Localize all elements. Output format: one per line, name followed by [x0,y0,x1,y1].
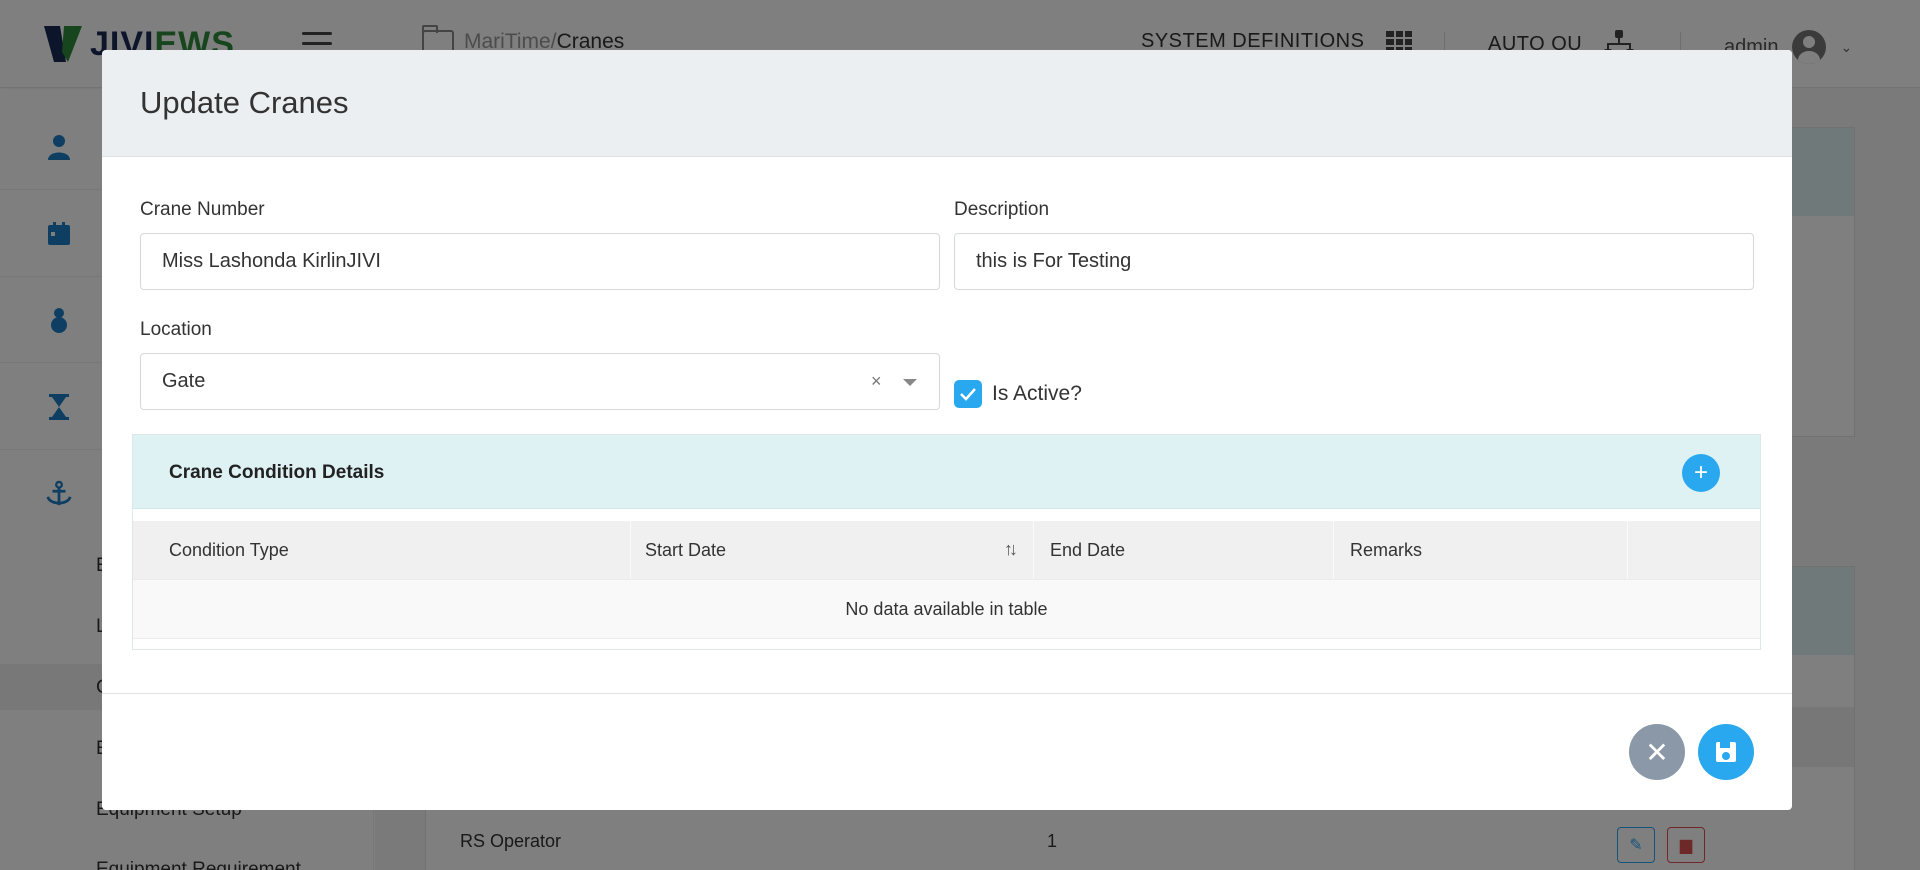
clear-selection-icon[interactable]: × [871,371,882,392]
location-label: Location [140,319,212,340]
plus-icon: + [1693,459,1708,486]
column-remarks[interactable]: Remarks [1334,521,1628,579]
modal-footer-divider [102,693,1792,694]
sort-icon: ↑↓ [1004,539,1018,559]
crane-number-label: Crane Number [140,199,265,220]
description-input[interactable]: this is For Testing [954,233,1754,290]
column-label: Start Date [645,539,727,560]
update-cranes-modal: Update Cranes Crane Number Miss Lashonda… [102,50,1792,810]
dropdown-caret-icon[interactable] [903,379,917,386]
modal-title: Update Cranes [140,85,349,120]
table-header: Condition Type Start Date ↑↓ End Date Re… [133,521,1760,579]
column-end-date[interactable]: End Date [1034,521,1334,579]
crane-number-input[interactable]: Miss Lashonda KirlinJIVI [140,233,940,290]
detail-panel-header: Crane Condition Details + [133,435,1760,509]
is-active-label[interactable]: Is Active? [992,382,1082,406]
is-active-checkbox[interactable] [954,380,982,408]
crane-condition-details-panel: Crane Condition Details + Condition Type… [132,434,1761,650]
checkmark-icon [960,388,976,401]
column-condition-type[interactable]: Condition Type [133,521,631,579]
save-icon [1716,742,1736,762]
close-button[interactable]: ✕ [1629,724,1685,780]
modal-header: Update Cranes [102,50,1792,157]
column-start-date[interactable]: Start Date ↑↓ [631,521,1034,579]
location-selected-value: Gate [162,370,206,392]
location-select[interactable]: Gate × [140,353,940,410]
empty-table-row: No data available in table [133,579,1760,639]
save-button[interactable] [1698,724,1754,780]
close-icon: ✕ [1645,736,1669,768]
add-condition-button[interactable]: + [1682,454,1720,492]
description-label: Description [954,199,1050,220]
column-actions [1628,521,1760,579]
detail-panel-title: Crane Condition Details [169,462,385,483]
